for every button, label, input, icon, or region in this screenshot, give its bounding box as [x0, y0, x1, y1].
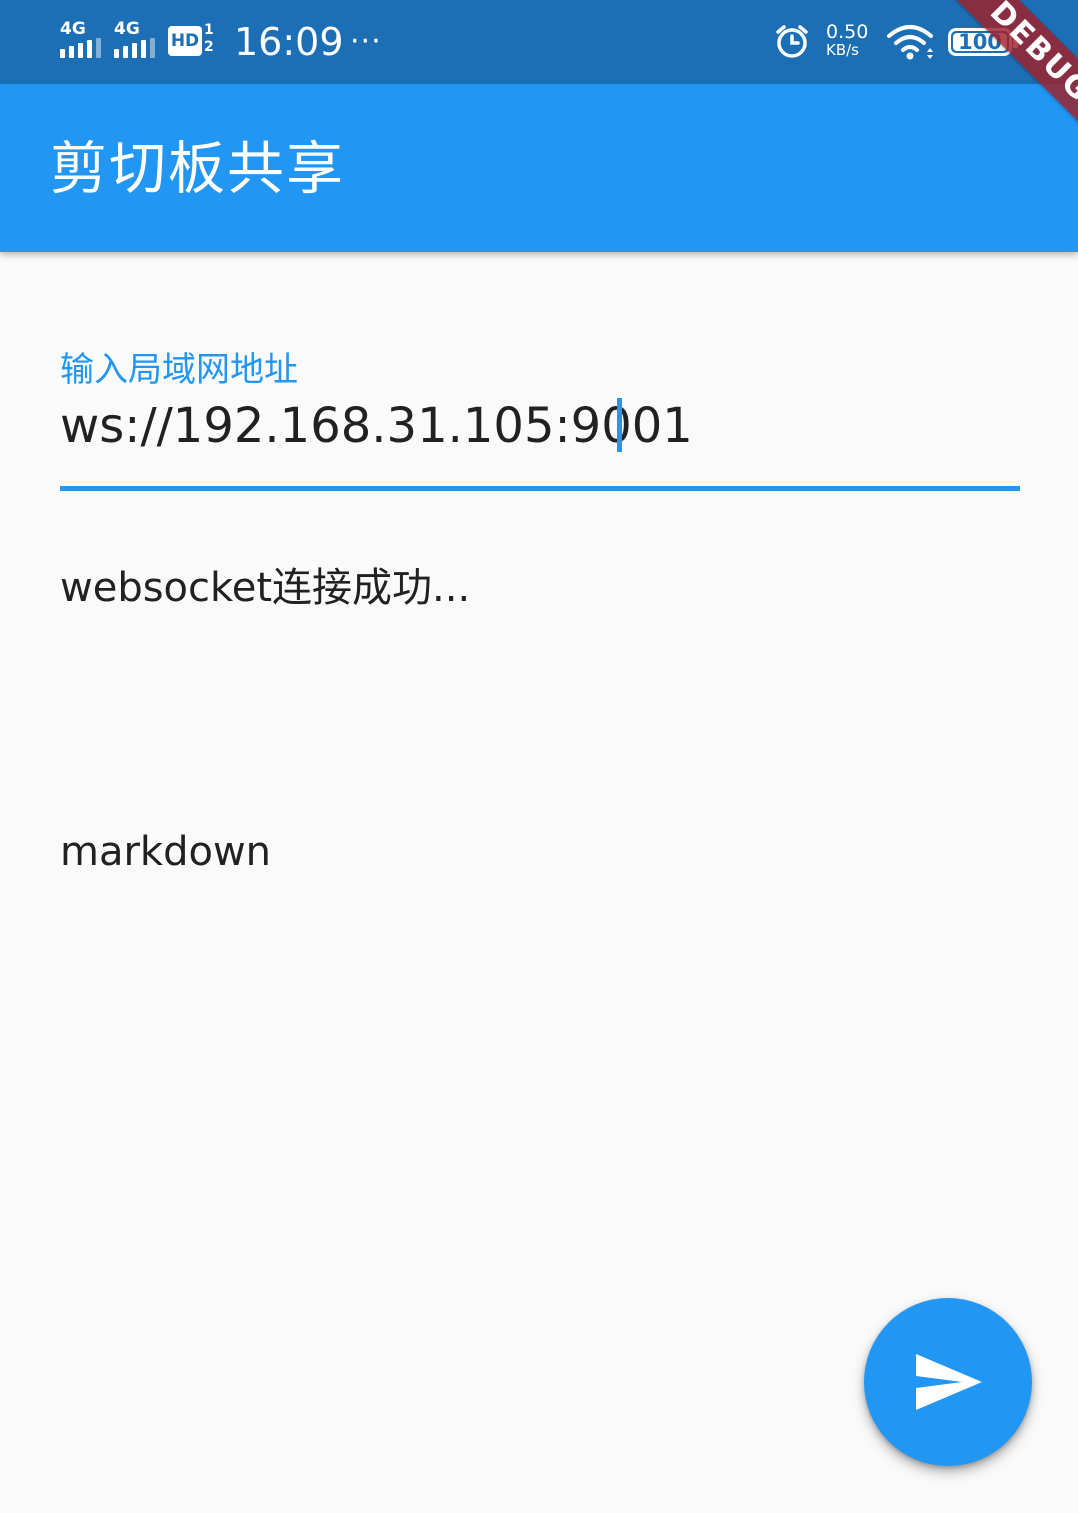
text-cursor: [617, 398, 622, 452]
hd-voice-icon: HD: [168, 26, 202, 56]
address-field-label: 输入局域网地址: [60, 350, 298, 390]
address-field-underline: [60, 486, 1020, 491]
network-speed-unit: KB/s: [826, 41, 859, 59]
status-bar: 4G 4G HD 1 2 16:09 ··· 0.50 KB/s 100: [0, 0, 1078, 84]
wifi-icon: [887, 25, 933, 60]
app-title: 剪切板共享: [50, 136, 345, 202]
clipboard-content-text: markdown: [60, 829, 272, 875]
send-button[interactable]: [864, 1298, 1032, 1466]
network-speed: 0.50 KB/s: [826, 22, 876, 58]
hd-sim-index: 1 2: [204, 22, 214, 55]
app-screen: 4G 4G HD 1 2 16:09 ··· 0.50 KB/s 100 剪切板…: [0, 0, 1078, 1513]
more-notifications-icon: ···: [350, 24, 382, 59]
network-speed-value: 0.50: [826, 21, 869, 43]
sim2-network-type: 4G: [114, 19, 140, 39]
sim1-network-type: 4G: [60, 19, 86, 39]
sim2-signal-icon: 4G: [112, 20, 156, 60]
app-bar: 剪切板共享: [0, 84, 1078, 252]
clock: 16:09: [234, 20, 344, 64]
sim1-signal-icon: 4G: [58, 20, 102, 60]
alarm-clock-icon: [776, 25, 808, 58]
connection-status-text: websocket连接成功...: [60, 565, 471, 611]
send-icon: [916, 1354, 982, 1410]
address-input[interactable]: [60, 394, 1020, 458]
